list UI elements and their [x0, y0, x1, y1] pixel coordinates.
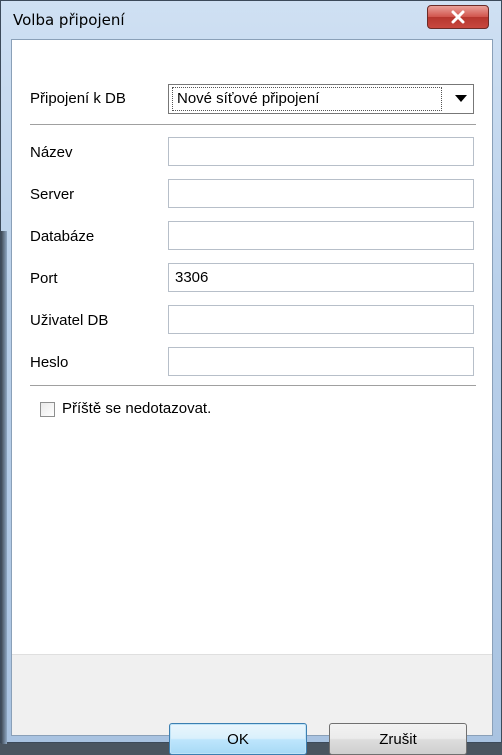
connection-label: Připojení k DB [30, 90, 126, 107]
connection-select-value: Nové síťové připojení [172, 87, 442, 111]
separator-top [30, 124, 476, 125]
chevron-down-icon[interactable] [455, 95, 467, 102]
db-user-field[interactable] [168, 305, 474, 334]
connection-select[interactable]: Nové síťové připojení [168, 84, 474, 114]
dialog-window: Volba připojení Připojení k DB Nové síťo… [0, 0, 502, 755]
port-field[interactable]: 3306 [168, 263, 474, 292]
password-field[interactable] [168, 347, 474, 376]
close-icon [451, 10, 465, 24]
cancel-button[interactable]: Zrušit [329, 723, 467, 755]
dont-ask-label[interactable]: Příště se nedotazovat. [62, 400, 211, 417]
port-label: Port [30, 270, 58, 287]
password-label: Heslo [30, 354, 69, 371]
database-label: Databáze [30, 228, 95, 245]
server-label: Server [30, 186, 75, 203]
dont-ask-checkbox[interactable] [40, 402, 55, 417]
ok-button[interactable]: OK [169, 723, 307, 755]
title-bar[interactable]: Volba připojení [1, 1, 501, 39]
dialog-content: Připojení k DB Nové síťové připojení Náz… [11, 39, 493, 736]
name-label: Název [30, 144, 73, 161]
server-field[interactable] [168, 179, 474, 208]
close-button[interactable] [427, 5, 489, 29]
database-field[interactable] [168, 221, 474, 250]
name-field[interactable] [168, 137, 474, 166]
window-title: Volba připojení [13, 11, 125, 29]
db-user-label: Uživatel DB [30, 312, 109, 329]
separator-bottom [30, 385, 476, 386]
